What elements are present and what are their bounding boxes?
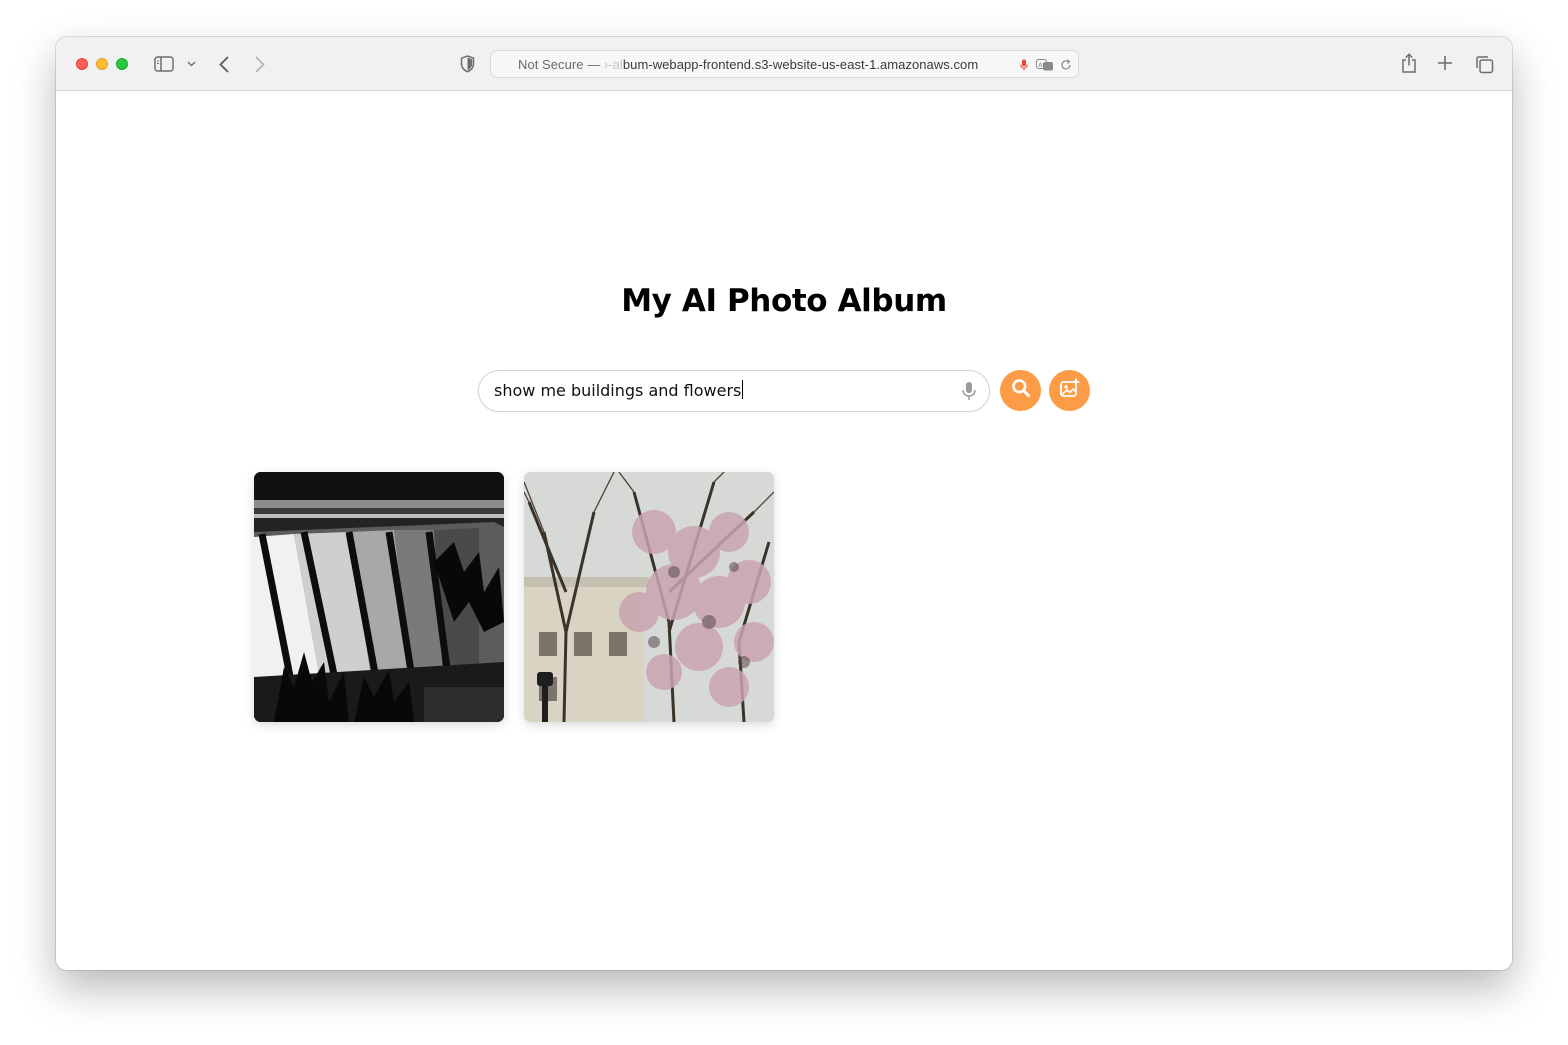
building-window-image <box>254 472 504 722</box>
browser-window: Not Secure — ›-album-webapp-frontend.s3-… <box>56 37 1512 970</box>
back-icon[interactable] <box>216 53 232 75</box>
maximize-window-button[interactable] <box>116 58 128 70</box>
page-title: My AI Photo Album <box>621 283 947 319</box>
not-secure-label: Not Secure — <box>518 57 601 72</box>
url-faded-part: ›-al <box>600 57 623 72</box>
minimize-window-button[interactable] <box>96 58 108 70</box>
browser-toolbar: Not Secure — ›-album-webapp-frontend.s3-… <box>56 37 1512 91</box>
search-button[interactable] <box>1000 370 1041 411</box>
text-caret <box>742 380 744 399</box>
upload-photo-button[interactable] <box>1049 370 1090 411</box>
page-content: My AI Photo Album show me buildings and … <box>56 91 1512 970</box>
address-bar[interactable]: Not Secure — ›-album-webapp-frontend.s3-… <box>490 50 1079 78</box>
chevron-down-icon[interactable] <box>185 58 197 70</box>
svg-text:A: A <box>1038 61 1043 69</box>
search-input[interactable]: show me buildings and flowers <box>494 371 934 411</box>
image-add-icon <box>1059 377 1081 404</box>
search-icon <box>1011 378 1031 403</box>
mic-icon[interactable] <box>961 381 977 401</box>
search-box[interactable]: show me buildings and flowers <box>478 370 990 412</box>
forward-icon[interactable] <box>252 53 268 75</box>
flowering-tree-image <box>524 472 774 722</box>
mic-icon[interactable] <box>1018 57 1030 73</box>
reload-icon[interactable] <box>1059 57 1073 73</box>
tabs-icon[interactable] <box>1473 53 1495 75</box>
translate-icon[interactable]: A <box>1035 57 1055 73</box>
search-input-value: show me buildings and flowers <box>494 381 742 400</box>
share-icon[interactable] <box>1398 51 1420 75</box>
close-window-button[interactable] <box>76 58 88 70</box>
address-text: Not Secure — ›-album-webapp-frontend.s3-… <box>518 57 978 72</box>
plus-icon[interactable] <box>1436 54 1454 72</box>
result-photo-flowers[interactable] <box>524 472 774 722</box>
result-photo-buildings[interactable] <box>254 472 504 722</box>
shield-icon[interactable] <box>457 54 477 74</box>
sidebar-icon[interactable] <box>153 54 175 74</box>
url-domain: bum-webapp-frontend.s3-website-us-east-1… <box>622 57 979 72</box>
